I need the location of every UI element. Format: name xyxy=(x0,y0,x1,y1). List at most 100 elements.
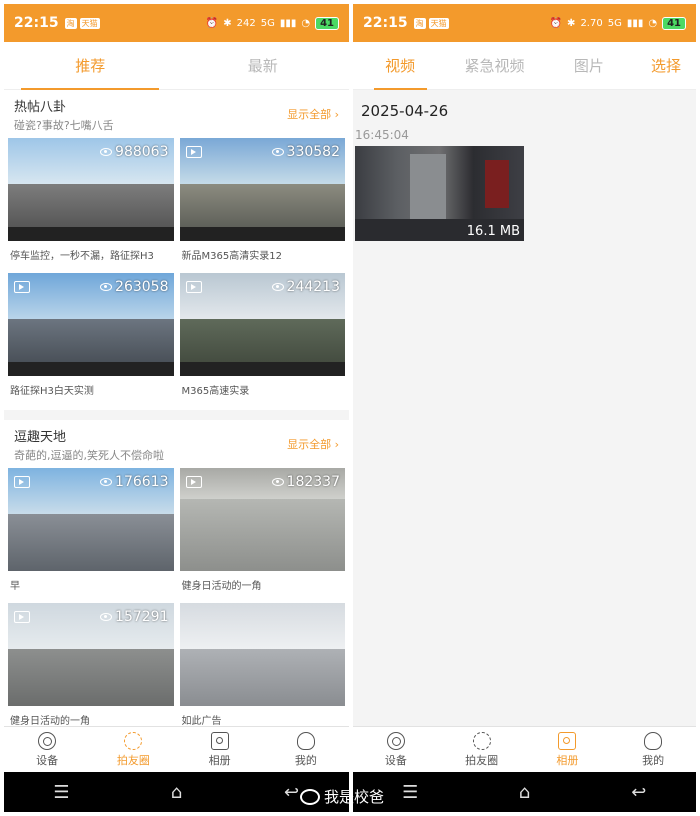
video-card[interactable]: 如此广告 xyxy=(179,603,345,734)
tab-latest[interactable]: 最新 xyxy=(177,42,350,89)
alarm-icon: ⏰ xyxy=(549,17,563,29)
video-thumbnail: 330582 xyxy=(179,138,345,241)
show-all-link[interactable]: 显示全部 › xyxy=(287,436,339,452)
video-caption: 路征探H3白天实测 xyxy=(10,386,94,397)
section-fun-zone: 逗趣天地 奇葩的,逗逼的,笑死人不偿命啦 显示全部 › 176613 早 182… xyxy=(4,420,349,740)
section-header: 热帖八卦 碰瓷?事故?七嘴八舌 显示全部 › xyxy=(8,96,345,138)
video-thumbnail xyxy=(179,603,345,706)
tab-pictures[interactable]: 图片 xyxy=(542,42,636,89)
video-card[interactable]: 244213 M365高速实录 xyxy=(179,273,345,404)
album-content: 2025-04-26 16:45:04 16.1 MB xyxy=(353,90,696,724)
camera-icon xyxy=(38,731,57,750)
video-file-thumbnail[interactable]: 16.1 MB xyxy=(355,146,524,241)
status-icons: ⏰ ✱ 2.70 5G ▮▮▮ ◔ 41 xyxy=(549,16,686,30)
eye-icon xyxy=(271,283,284,291)
video-card[interactable]: 176613 早 xyxy=(8,468,174,599)
video-card[interactable]: 182337 健身日活动的一角 xyxy=(179,468,345,599)
nav-album[interactable]: 相册 xyxy=(525,727,611,772)
taobao-badge-icon: 淘 xyxy=(413,17,426,29)
video-caption: M365高速实录 xyxy=(181,386,250,397)
video-thumbnail: 988063 xyxy=(8,138,174,241)
tab-videos[interactable]: 视频 xyxy=(353,42,447,90)
album-icon xyxy=(210,731,229,750)
tmall-badge-icon: 天猫 xyxy=(428,17,449,29)
video-grid: 988063 停车监控，一秒不漏，路征探H3 330582 新品M365高清实录… xyxy=(8,138,345,404)
section-hot-posts: 热帖八卦 碰瓷?事故?七嘴八舌 显示全部 › 988063 停车监控，一秒不漏，… xyxy=(4,90,349,410)
show-all-label: 显示全部 xyxy=(287,438,332,451)
show-all-link[interactable]: 显示全部 › xyxy=(287,106,339,122)
feed-tabs: 推荐 最新 xyxy=(4,42,349,90)
back-icon[interactable]: ↩ xyxy=(619,782,659,803)
video-caption: 早 xyxy=(10,581,20,592)
select-button[interactable]: 选择 xyxy=(636,42,696,89)
video-grid: 176613 早 182337 健身日活动的一角 157291 健身日活动的一角… xyxy=(8,468,345,734)
album-tabs: 视频 紧急视频 图片 选择 xyxy=(353,42,696,90)
eye-icon xyxy=(100,283,113,291)
bluetooth-icon: ✱ xyxy=(567,17,576,29)
user-icon xyxy=(296,731,315,750)
view-count: 263058 xyxy=(100,279,169,295)
screenshot-stage: 22:15 淘 天猫 ⏰ ✱ 242 5G ▮▮▮ ◔ 41 推荐 最新 热帖八… xyxy=(0,0,700,816)
section-subtitle: 奇葩的,逗逼的,笑死人不偿命啦 xyxy=(14,449,164,462)
section-title: 热帖八卦 xyxy=(14,100,67,115)
view-count: 176613 xyxy=(100,474,169,490)
bluetooth-icon: ✱ xyxy=(223,17,232,29)
nav-device[interactable]: 设备 xyxy=(353,727,439,772)
show-all-label: 显示全部 xyxy=(287,108,332,121)
video-thumbnail: 176613 xyxy=(8,468,174,571)
network-speed: 2.70 xyxy=(580,17,603,29)
bottom-nav: 设备 拍友圈 相册 我的 xyxy=(4,726,349,772)
nav-friends-circle[interactable]: 拍友圈 xyxy=(90,727,176,772)
time-header: 16:45:04 xyxy=(355,128,409,142)
video-thumbnail: 263058 xyxy=(8,273,174,376)
status-icons: ⏰ ✱ 242 5G ▮▮▮ ◔ 41 xyxy=(205,16,339,30)
section-subtitle: 碰瓷?事故?七嘴八舌 xyxy=(14,119,114,132)
network-speed: 242 xyxy=(236,17,256,29)
video-caption: 新品M365高清实录12 xyxy=(181,251,282,262)
video-icon xyxy=(14,476,30,488)
right-phone-screen: 22:15 淘 天猫 ⏰ ✱ 2.70 5G ▮▮▮ ◔ 41 视频 紧急视频 … xyxy=(353,4,696,812)
tab-recommended[interactable]: 推荐 xyxy=(4,42,177,90)
eye-icon xyxy=(100,478,113,486)
wifi-icon: ◔ xyxy=(648,17,658,29)
status-bar: 22:15 淘 天猫 ⏰ ✱ 2.70 5G ▮▮▮ ◔ 41 xyxy=(353,4,696,42)
taobao-badge-icon: 淘 xyxy=(64,17,77,29)
video-card[interactable]: 157291 健身日活动的一角 xyxy=(8,603,174,734)
nav-profile[interactable]: 我的 xyxy=(610,727,696,772)
nav-friends-circle[interactable]: 拍友圈 xyxy=(439,727,525,772)
video-card[interactable]: 330582 新品M365高清实录12 xyxy=(179,138,345,269)
status-time: 22:15 xyxy=(14,15,59,31)
wifi-icon: ◔ xyxy=(301,17,311,29)
watermark-text: 我是校爸 xyxy=(324,788,385,806)
alarm-icon: ⏰ xyxy=(205,17,219,29)
planet-icon xyxy=(124,731,143,750)
section-title: 逗趣天地 xyxy=(14,430,67,445)
view-count: 182337 xyxy=(271,474,340,490)
tab-emergency-videos[interactable]: 紧急视频 xyxy=(447,42,541,89)
video-card[interactable]: 988063 停车监控，一秒不漏，路征探H3 xyxy=(8,138,174,269)
status-time: 22:15 xyxy=(363,15,408,31)
bottom-nav: 设备 拍友圈 相册 我的 xyxy=(353,726,696,772)
home-icon[interactable]: ⌂ xyxy=(504,782,544,803)
view-count: 244213 xyxy=(271,279,340,295)
video-icon xyxy=(185,476,202,488)
menu-icon[interactable]: ☰ xyxy=(42,782,82,803)
battery-icon: 41 xyxy=(315,16,339,30)
nav-profile[interactable]: 我的 xyxy=(263,727,349,772)
system-nav-bar: ☰ ⌂ ↩ xyxy=(4,772,349,812)
camera-icon xyxy=(386,731,405,750)
video-caption: 健身日活动的一角 xyxy=(181,581,262,592)
view-count: 330582 xyxy=(271,144,340,160)
video-caption: 停车监控，一秒不漏，路征探H3 xyxy=(10,251,154,262)
tmall-badge-icon: 天猫 xyxy=(79,17,100,29)
home-icon[interactable]: ⌂ xyxy=(157,782,197,803)
video-card[interactable]: 263058 路征探H3白天实测 xyxy=(8,273,174,404)
signal-5g-label: 5G xyxy=(607,17,622,29)
view-count: 988063 xyxy=(100,144,169,160)
nav-device[interactable]: 设备 xyxy=(4,727,90,772)
section-header: 逗趣天地 奇葩的,逗逼的,笑死人不偿命啦 显示全部 › xyxy=(8,426,345,468)
video-thumbnail: 157291 xyxy=(8,603,174,706)
menu-icon[interactable]: ☰ xyxy=(390,782,430,803)
nav-album[interactable]: 相册 xyxy=(177,727,263,772)
eye-icon xyxy=(100,613,113,621)
